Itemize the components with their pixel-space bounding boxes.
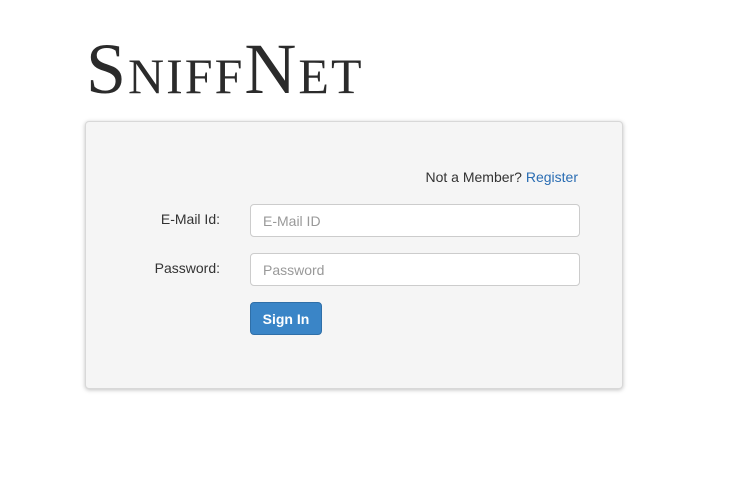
register-link[interactable]: Register — [526, 169, 578, 185]
sign-in-button[interactable]: Sign In — [250, 302, 322, 335]
login-panel: Not a Member? Register E-Mail Id: Passwo… — [85, 121, 623, 389]
not-member-text: Not a Member? — [425, 169, 522, 185]
password-field[interactable] — [250, 253, 580, 286]
email-field[interactable] — [250, 204, 580, 237]
password-label: Password: — [154, 260, 220, 276]
email-label: E-Mail Id: — [160, 211, 220, 227]
site-logo: SniffNet — [86, 29, 364, 109]
register-prompt: Not a Member? Register — [425, 169, 578, 185]
